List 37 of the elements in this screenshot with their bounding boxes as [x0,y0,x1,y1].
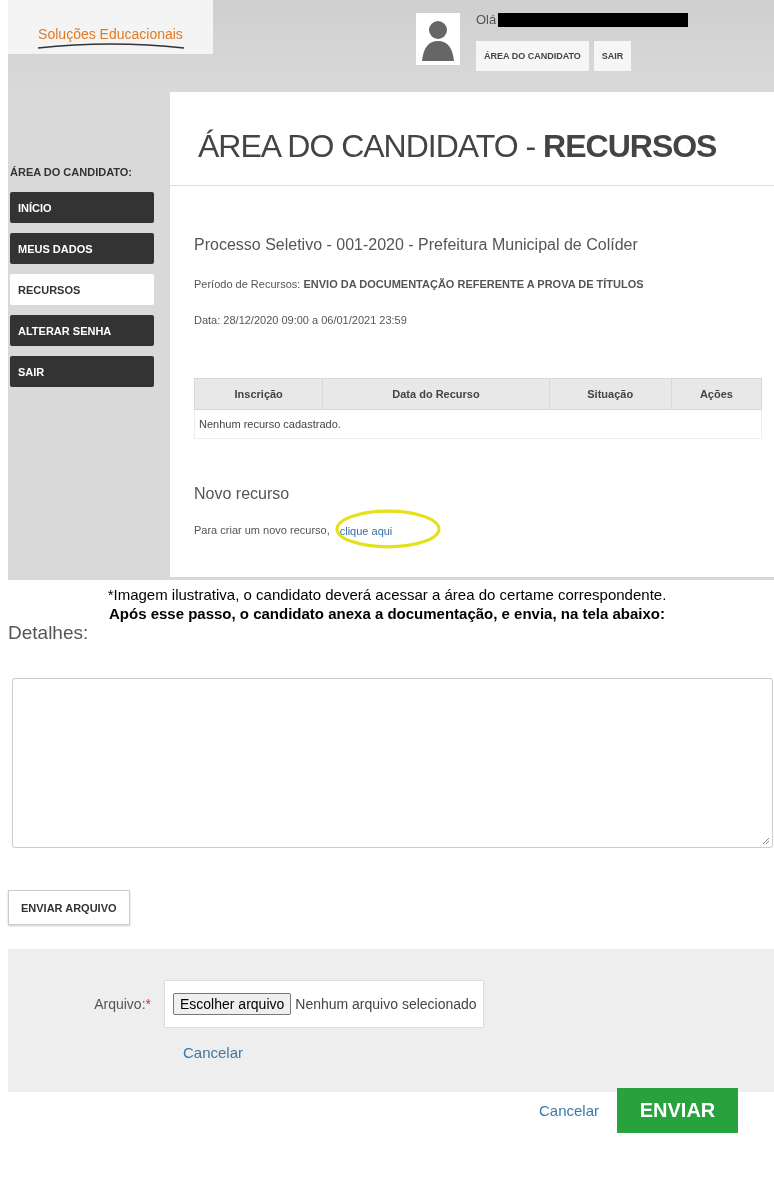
instruction-heading: Após esse passo, o candidato anexa a documentação, e envia, na tela abaixo: [107,605,666,622]
period-text: Período de Recursos: ENVIO DA DOCUMENTAÇÃO REFERENTE A PROVA DE TÍTULOS [194,278,645,290]
sidebar-label: ÁREA DO CANDIDATO: [9,166,133,178]
header-button[interactable]: ÁREA DO CANDIDATO [476,41,589,71]
column-header: Situação [549,378,672,410]
swoosh-icon [35,42,186,50]
column-header: Data do Recurso [322,378,550,410]
logo-subtitle: Soluções Educacionais [38,26,183,42]
avatar-icon [416,12,460,66]
file-label: Arquivo: [94,996,146,1012]
create-link[interactable]: clique aqui [339,525,393,537]
greeting-text: Olá [476,12,497,27]
sidebar-item[interactable]: MEUS DADOS [10,233,154,264]
upload-button[interactable]: ENVIAR ARQUIVO [8,890,130,925]
sidebar-item[interactable]: SAIR [10,356,154,387]
sidebar-item[interactable]: RECURSOS [10,274,154,305]
cancel-link[interactable]: Cancelar [538,1102,599,1119]
header-button[interactable]: SAIR [593,41,632,71]
date-text: Data: 28/12/2020 09:00 a 06/01/2021 23:59 [194,314,408,326]
resize-grip-icon [762,837,770,845]
page-title: ÁREA DO CANDIDATO - RECURSOS [170,92,774,186]
caption-text: *Imagem ilustrativa, o candidato deverá acessar a área do certame correspondente. [106,586,668,603]
details-label: Detalhes: [7,622,90,644]
empty-message: Nenhum recurso cadastrado. [194,409,762,439]
process-title: Processo Seletivo - 001-2020 - Prefeitura Municipal de Colíder [194,236,639,254]
section-heading: Novo recurso [194,485,291,503]
cancel-link[interactable]: Cancelar [183,1044,244,1061]
choose-file-button[interactable]: Escolher arquivo [173,993,292,1015]
sidebar-item[interactable]: INÍCIO [10,192,154,223]
column-header: Inscrição [194,378,323,410]
column-header: Ações [671,378,762,410]
sidebar-item[interactable]: ALTERAR SENHA [10,315,154,346]
file-input[interactable]: Escolher arquivo Nenhum arquivo selecionado [164,980,484,1028]
details-textarea[interactable] [12,678,773,848]
required-mark: * [145,996,151,1012]
file-status: Nenhum arquivo selecionado [295,996,477,1012]
instruction-text: Para criar um novo recurso, [194,524,330,536]
